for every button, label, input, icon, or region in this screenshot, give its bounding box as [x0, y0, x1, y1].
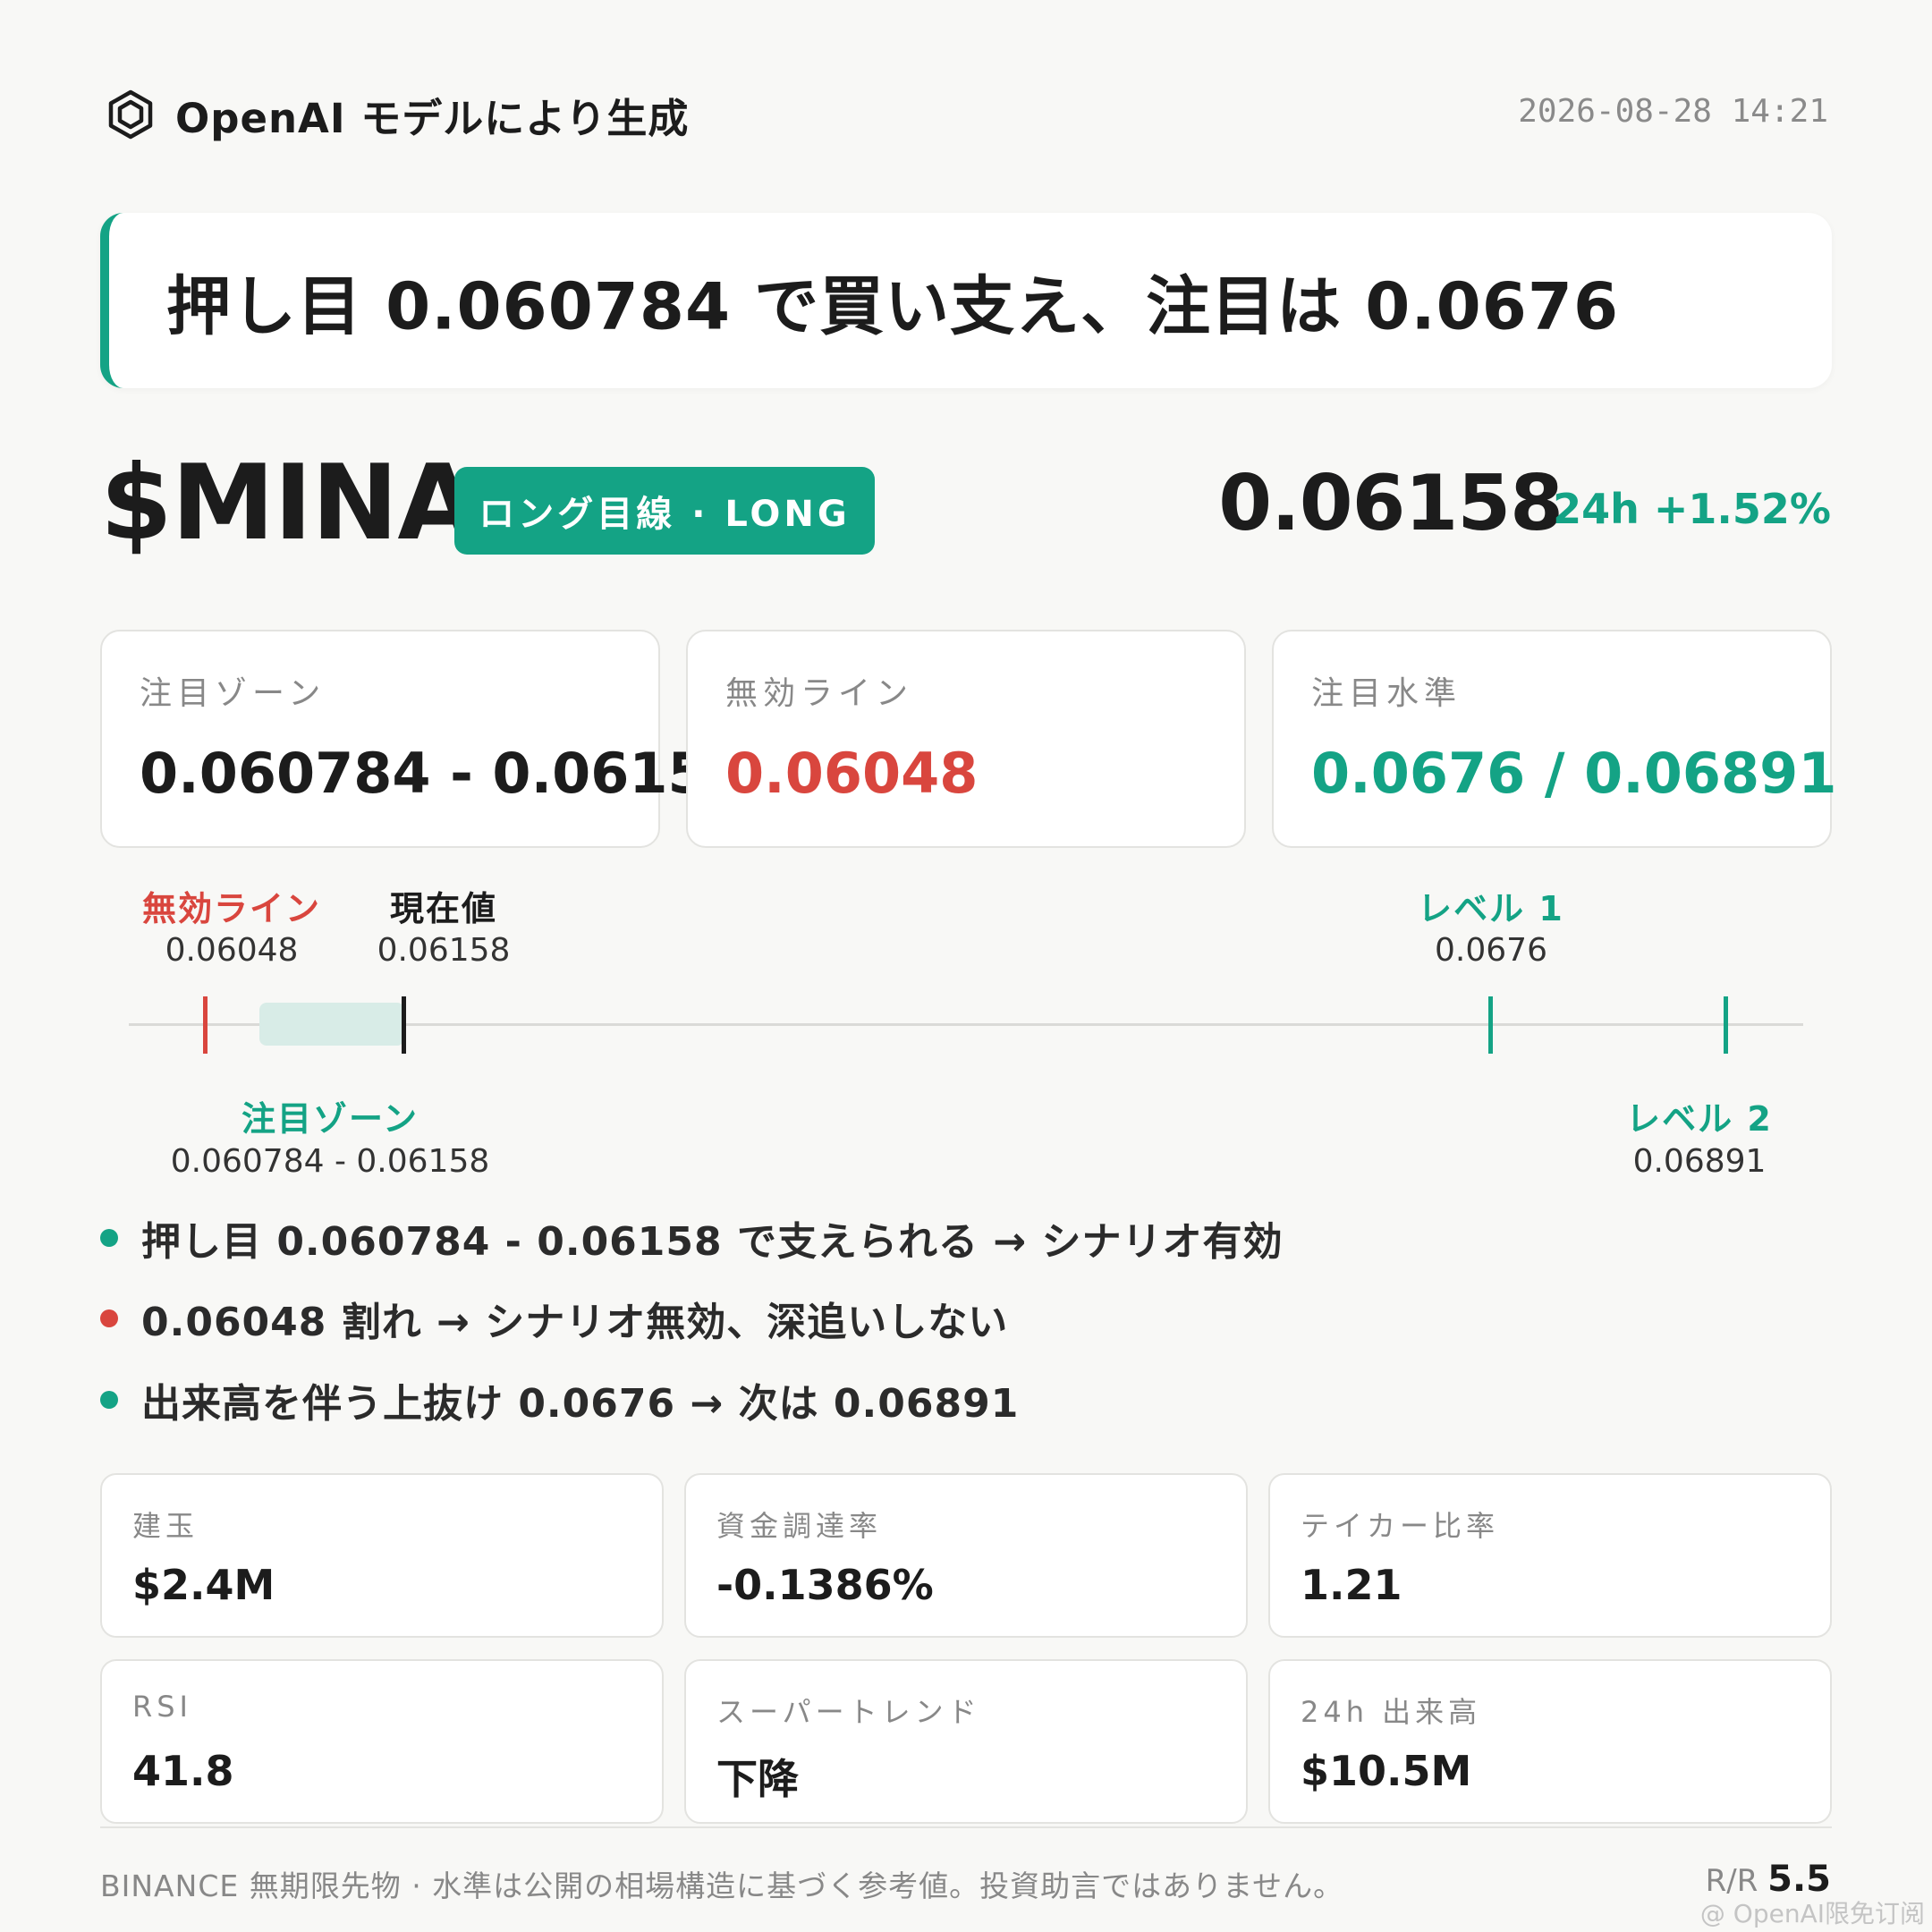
metric-value: $10.5M	[1301, 1747, 1472, 1795]
headline-card: 押し目 0.060784 で買い支え、注目は 0.0676	[100, 213, 1832, 388]
level2-tick	[1724, 996, 1728, 1054]
watermark: @ OpenAI限免订阅	[1699, 1899, 1925, 1928]
scenario-text: 押し目 0.060784 - 0.06158 で支えられる → シナリオ有効	[141, 1219, 1284, 1265]
metric-taker-ratio: テイカー比率 1.21	[1268, 1473, 1832, 1638]
metric-value: 下降	[716, 1755, 799, 1803]
range-value-level1: 0.0676	[1435, 932, 1547, 969]
scenario-item: 出来高を伴う上抜け 0.0676 → 次は 0.06891	[100, 1373, 1019, 1427]
metric-volume-24h: 24h 出来高 $10.5M	[1268, 1659, 1832, 1824]
focus-zone-bar	[259, 1003, 404, 1046]
disclaimer: BINANCE 無期限先物 · 水準は公開の相場構造に基づく参考値。投資助言では…	[100, 1868, 1344, 1903]
brand: OpenAI モデルにより生成	[106, 86, 689, 143]
metric-label: 24h 出来高	[1301, 1695, 1482, 1729]
scenario-text: 出来高を伴う上抜け 0.0676 → 次は 0.06891	[141, 1381, 1020, 1427]
card-value: 0.0676 / 0.06891	[1311, 741, 1837, 806]
range-label-level2: レベル 2	[1626, 1099, 1773, 1139]
hexagon-logo-icon	[108, 89, 153, 140]
metric-funding-rate: 資金調達率 -0.1386%	[684, 1473, 1248, 1638]
invalid-tick	[203, 996, 208, 1054]
bullet-dot-icon	[100, 1229, 118, 1247]
scenario-text: 0.06048 割れ → シナリオ無効、深追いしない	[141, 1300, 1009, 1345]
card-focus-zone: 注目ゾーン 0.060784 - 0.06158	[100, 630, 745, 848]
current-price-tick	[402, 996, 406, 1054]
metric-label: RSI	[132, 1690, 192, 1724]
metric-value: 1.21	[1301, 1561, 1402, 1609]
metric-value: $2.4M	[132, 1561, 275, 1609]
card-value: 0.06048	[725, 741, 979, 806]
card-label: 注目ゾーン	[140, 675, 326, 712]
price-change-24h: 24h +1.52%	[1553, 485, 1831, 533]
metric-label: 資金調達率	[716, 1509, 883, 1543]
range-value-level2: 0.06891	[1632, 1143, 1767, 1180]
level1-tick	[1488, 996, 1493, 1054]
card-target-levels: 注目水準 0.0676 / 0.06891	[1272, 630, 1836, 848]
metric-rsi: RSI 41.8	[100, 1659, 664, 1824]
range-label-current: 現在値	[389, 889, 497, 928]
ticker-symbol: $MINA	[100, 443, 478, 564]
direction-badge: ロング目線 · LONG	[454, 467, 875, 555]
brand-name: OpenAI モデルにより生成	[175, 94, 690, 142]
card-invalidation-line: 無効ライン 0.06048	[686, 630, 1246, 848]
range-value-zone: 0.060784 - 0.06158	[170, 1143, 490, 1180]
metric-value: 41.8	[132, 1747, 234, 1795]
card-label: 注目水準	[1311, 675, 1462, 712]
current-price: 0.06158	[1218, 459, 1563, 548]
footer-divider	[100, 1826, 1832, 1828]
timestamp: 2026-08-28 14:21	[1518, 93, 1828, 130]
metric-open-interest: 建玉 $2.4M	[100, 1473, 664, 1638]
metric-supertrend: スーパートレンド 下降	[684, 1659, 1248, 1824]
card-label: 無効ライン	[725, 675, 914, 712]
bullet-dot-icon	[100, 1309, 118, 1327]
metric-value: -0.1386%	[716, 1561, 934, 1609]
range-value-current: 0.06158	[377, 932, 511, 969]
metric-label: テイカー比率	[1301, 1509, 1500, 1543]
range-label-zone: 注目ゾーン	[241, 1099, 419, 1139]
scenario-item: 0.06048 割れ → シナリオ無効、深追いしない	[100, 1292, 1008, 1345]
bullet-dot-icon	[100, 1391, 118, 1409]
scenario-item: 押し目 0.060784 - 0.06158 で支えられる → シナリオ有効	[100, 1211, 1283, 1265]
headline-text: 押し目 0.060784 で買い支え、注目は 0.0676	[166, 268, 1620, 344]
metric-label: 建玉	[132, 1509, 199, 1543]
range-label-level1: レベル 1	[1418, 889, 1564, 928]
card-value: 0.060784 - 0.06158	[140, 741, 745, 806]
rr-label: R/R	[1705, 1863, 1758, 1899]
metric-label: スーパートレンド	[716, 1695, 981, 1729]
